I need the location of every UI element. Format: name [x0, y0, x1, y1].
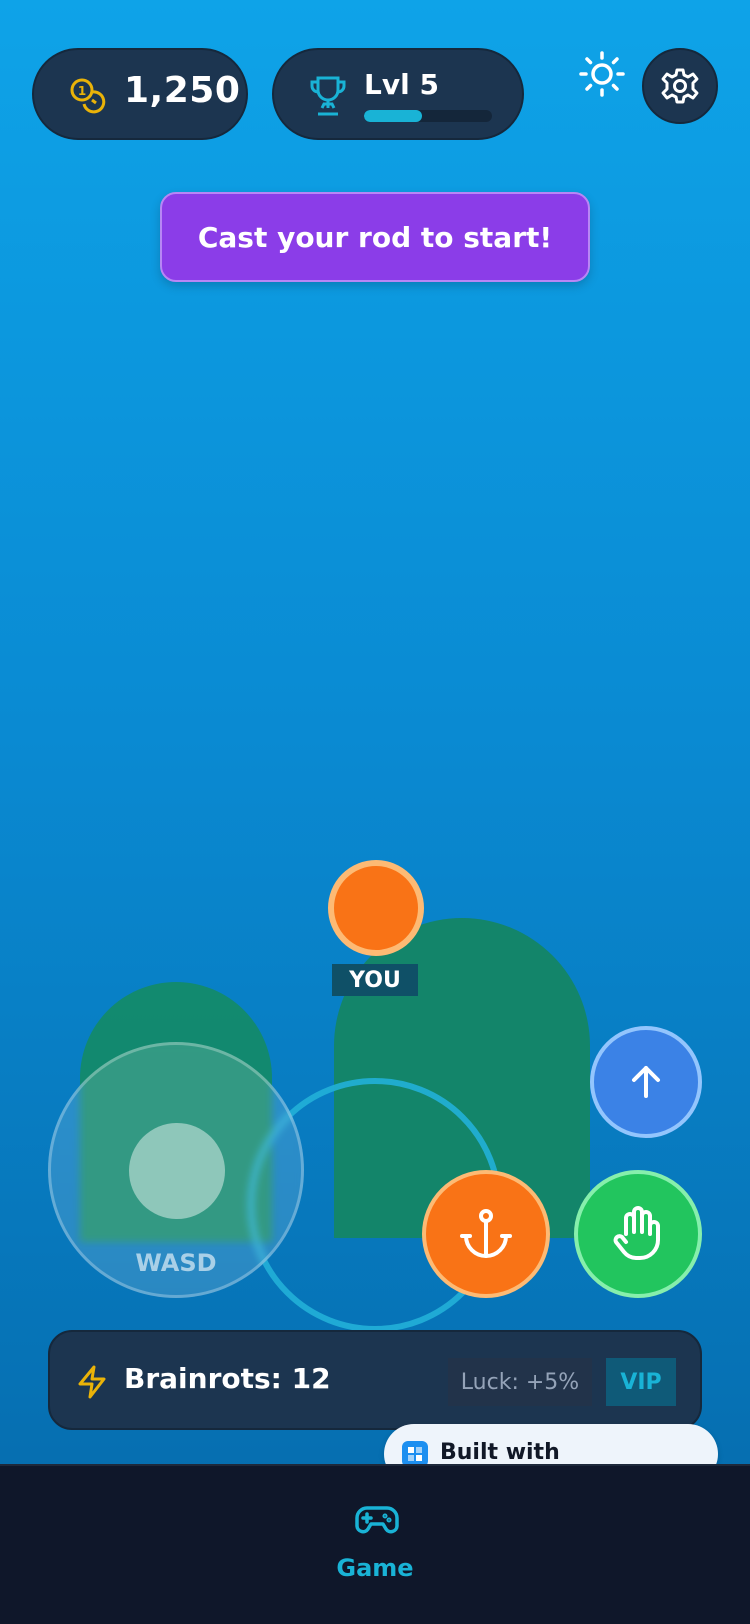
svg-text:1: 1 [78, 84, 86, 98]
lightning-icon [78, 1365, 106, 1399]
sun-icon[interactable] [578, 50, 626, 98]
xp-progress-fill [364, 110, 422, 122]
joystick-label: WASD [135, 1249, 217, 1277]
status-bar: Brainrots: 12 Luck: +5% VIP [48, 1330, 702, 1430]
joystick-knob[interactable] [129, 1123, 225, 1219]
coins-icon: 1 [70, 78, 106, 114]
vip-button[interactable]: VIP [606, 1358, 676, 1406]
movement-joystick[interactable]: WASD [48, 1042, 304, 1298]
gear-icon [661, 68, 699, 104]
level-display: Lvl 5 [272, 48, 524, 140]
tab-game[interactable]: Game [315, 1496, 435, 1596]
player-avatar [328, 860, 424, 956]
hand-icon [613, 1206, 660, 1260]
cast-rod-button[interactable] [422, 1170, 550, 1298]
brainrots-count: Brainrots: 12 [124, 1362, 331, 1395]
cast-prompt-banner: Cast your rod to start! [160, 192, 590, 282]
xp-progress-bar [364, 110, 492, 122]
player-label: YOU [332, 964, 418, 996]
gamepad-icon [355, 1506, 399, 1534]
tab-game-label: Game [336, 1554, 414, 1582]
luck-badge: Luck: +5% [448, 1358, 592, 1406]
coins-display: 1 1,250 [32, 48, 248, 140]
arrow-up-icon [632, 1066, 660, 1098]
level-label: Lvl 5 [364, 68, 439, 101]
trophy-icon [310, 76, 346, 116]
anchor-icon [460, 1209, 512, 1258]
grab-button[interactable] [574, 1170, 702, 1298]
game-screen: 1 1,250 Lvl 5 Cast your rod to start! YO… [0, 0, 750, 1624]
bottom-tab-bar: Game [0, 1464, 750, 1624]
coins-value: 1,250 [124, 70, 241, 111]
jump-button[interactable] [590, 1026, 702, 1138]
settings-button[interactable] [642, 48, 718, 124]
